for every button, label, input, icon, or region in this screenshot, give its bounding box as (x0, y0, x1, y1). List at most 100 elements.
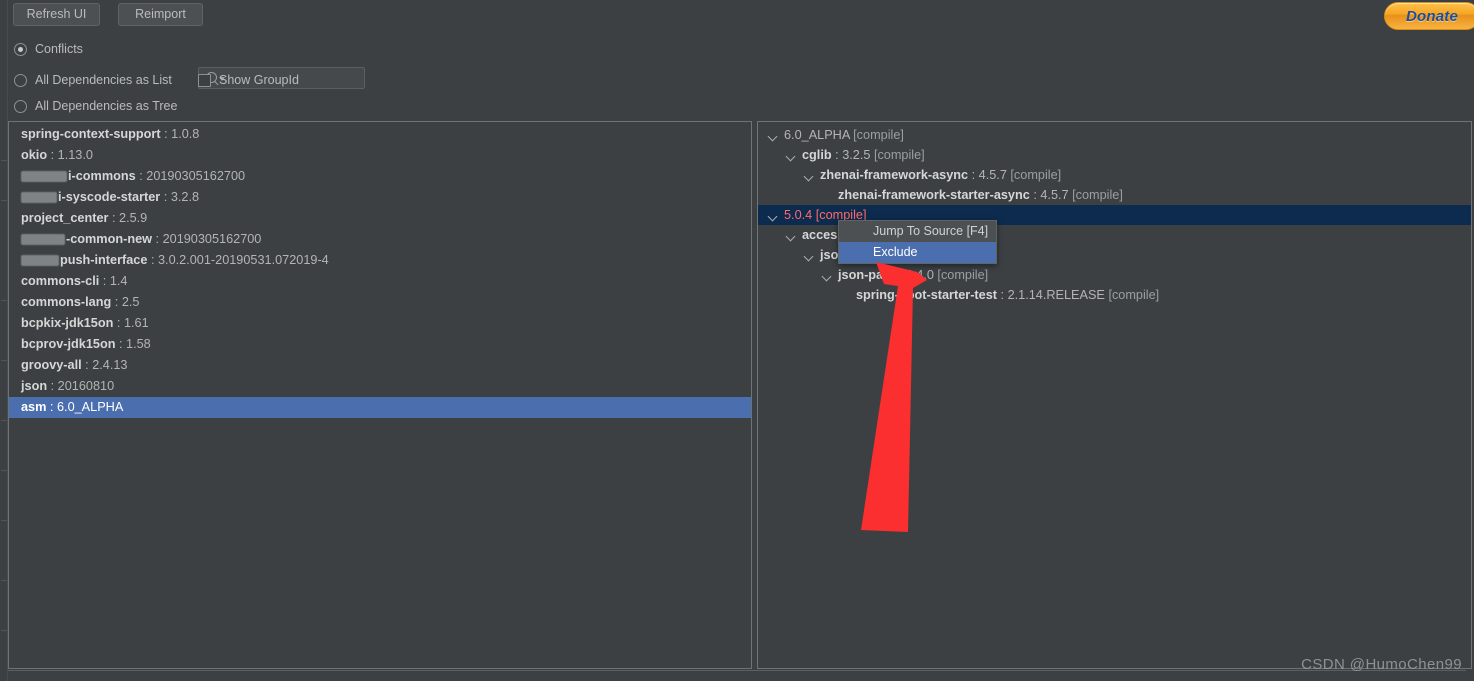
chevron-down-icon[interactable] (802, 245, 816, 265)
dependency-version: 3.2.8 (170, 190, 200, 204)
name-version-separator: : (115, 337, 127, 351)
chevron-down-icon[interactable] (766, 125, 780, 145)
chevron-down-icon[interactable] (784, 145, 798, 165)
name-version-separator: : (831, 148, 843, 162)
chevron-down-icon[interactable] (784, 225, 798, 245)
context-menu-item[interactable]: Jump To Source [F4] (839, 221, 996, 242)
maven-dependency-analyzer-window: Refresh UI Reimport Donate Conflicts All… (0, 0, 1474, 681)
name-version-separator: : (99, 274, 110, 288)
bottom-divider (8, 670, 1466, 671)
dependency-version: 4.5.7 (978, 168, 1007, 182)
refresh-ui-button[interactable]: Refresh UI (13, 3, 100, 26)
list-item[interactable]: bcprov-jdk15on : 1.58 (9, 334, 751, 355)
tree-node-label: zhenai-framework-async : 4.5.7 [compile] (820, 165, 1061, 185)
watermark-label: CSDN @HumoChen99 (1301, 656, 1462, 673)
dependency-version: 20190305162700 (162, 232, 262, 246)
dependency-scope-label: [compile] (1010, 168, 1062, 182)
redacted-text-block (21, 192, 57, 204)
dependency-version: 1.13.0 (57, 148, 93, 162)
name-version-separator: : (895, 268, 906, 282)
dependency-version: 3.2.5 (842, 148, 871, 162)
name-version-separator: : (46, 400, 57, 414)
checkbox-show-groupid-label: Show GroupId (219, 73, 299, 87)
dependency-version: 2.4.0 (905, 268, 934, 282)
list-item[interactable]: groovy-all : 2.4.13 (9, 355, 751, 376)
tool-window-edge-strip (0, 0, 8, 681)
list-item[interactable]: i-commons : 20190305162700 (9, 166, 751, 187)
list-item[interactable]: json : 20160810 (9, 376, 751, 397)
dependency-artifact-name: i-commons (68, 169, 136, 183)
dependency-version: 6.0_ALPHA (784, 128, 850, 142)
name-version-separator: : (160, 190, 171, 204)
list-item[interactable]: spring-context-support : 1.0.8 (9, 124, 751, 145)
dependency-artifact-name: cglib (802, 148, 832, 162)
dependency-scope-label: [compile] (853, 128, 904, 142)
tree-node[interactable]: spring-boot-starter-test : 2.1.14.RELEAS… (758, 285, 1471, 305)
radio-conflicts-indicator (14, 42, 27, 56)
tree-node-label: spring-boot-starter-test : 2.1.14.RELEAS… (856, 285, 1159, 305)
toolbar: Refresh UI Reimport (8, 0, 1474, 28)
redacted-text-block (21, 171, 67, 183)
list-item[interactable]: commons-cli : 1.4 (9, 271, 751, 292)
chevron-down-icon[interactable] (802, 165, 816, 185)
dependency-version: 3.0.2.001-20190531.072019-4 (158, 253, 329, 267)
name-version-separator: : (47, 148, 58, 162)
context-menu-item[interactable]: Exclude (839, 242, 996, 263)
radio-all-dependencies-as-list[interactable]: All Dependencies as List (14, 70, 172, 90)
context-menu[interactable]: Jump To Source [F4] Exclude (838, 220, 997, 264)
tree-node[interactable]: 6.0_ALPHA [compile] (758, 125, 1471, 145)
name-version-separator: : (47, 379, 58, 393)
dependency-artifact-name: project_center (21, 211, 109, 225)
list-item[interactable]: asm : 6.0_ALPHA (9, 397, 751, 418)
tree-node-label: cglib : 3.2.5 [compile] (802, 145, 925, 165)
radio-conflicts-label: Conflicts (35, 42, 83, 56)
chevron-down-icon[interactable] (766, 205, 780, 225)
dependency-artifact-name: asm (21, 400, 47, 414)
list-item[interactable]: commons-lang : 2.5 (9, 292, 751, 313)
list-item[interactable]: okio : 1.13.0 (9, 145, 751, 166)
name-version-separator: : (147, 253, 158, 267)
radio-conflicts[interactable]: Conflicts (14, 39, 83, 59)
tree-node[interactable]: json-path : 2.4.0 [compile] (758, 265, 1471, 285)
dependency-artifact-name: bcpkix-jdk15on (21, 316, 114, 330)
name-version-separator: : (996, 288, 1008, 302)
dependency-artifact-name: push-interface (60, 253, 148, 267)
radio-tree-indicator (14, 99, 27, 113)
tree-node[interactable]: zhenai-framework-starter-async : 4.5.7 [… (758, 185, 1471, 205)
dependency-scope-label: [compile] (1108, 288, 1160, 302)
name-version-separator: : (1029, 188, 1041, 202)
list-item[interactable]: -common-new : 20190305162700 (9, 229, 751, 250)
reimport-button[interactable]: Reimport (118, 3, 203, 26)
list-item[interactable]: i-syscode-starter : 3.2.8 (9, 187, 751, 208)
dependency-version: 2.5 (121, 295, 140, 309)
chevron-down-icon[interactable] (820, 265, 834, 285)
tree-node[interactable]: cglib : 3.2.5 [compile] (758, 145, 1471, 165)
tree-node-label: json-path : 2.4.0 [compile] (838, 265, 988, 285)
donate-button[interactable]: Donate (1384, 2, 1474, 30)
dependency-list-panel[interactable]: spring-context-support : 1.0.8 okio : 1.1… (8, 121, 752, 669)
list-item[interactable]: project_center : 2.5.9 (9, 208, 751, 229)
dependency-version: 1.58 (126, 337, 151, 351)
list-item[interactable]: bcpkix-jdk15on : 1.61 (9, 313, 751, 334)
dependency-tree-panel[interactable]: 6.0_ALPHA [compile] cglib : 3.2.5 [compil… (757, 121, 1472, 669)
radio-list-indicator (14, 73, 27, 87)
tree-node[interactable]: zhenai-framework-async : 4.5.7 [compile] (758, 165, 1471, 185)
radio-all-dependencies-as-tree[interactable]: All Dependencies as Tree (14, 96, 177, 116)
tree-node-label: 6.0_ALPHA [compile] (784, 125, 904, 145)
tree-node-label: jso (820, 245, 838, 265)
name-version-separator: : (108, 211, 120, 225)
checkbox-show-groupid[interactable]: Show GroupId (198, 70, 299, 90)
checkbox-show-groupid-box (198, 73, 211, 87)
list-item[interactable]: push-interface : 3.0.2.001-20190531.0720… (9, 250, 751, 271)
name-version-separator: : (81, 358, 93, 372)
name-version-separator: : (152, 232, 163, 246)
dependency-version: 5.0.4 (784, 208, 813, 222)
donate-label: Donate (1405, 7, 1459, 25)
dependency-version: 1.4 (109, 274, 128, 288)
name-version-separator: : (111, 295, 122, 309)
dependency-version: 20190305162700 (146, 169, 246, 183)
view-options-panel: Conflicts All Dependencies as List All D… (8, 30, 768, 118)
dependency-version: 2.5.9 (119, 211, 148, 225)
name-version-separator: : (113, 316, 124, 330)
dependency-artifact-name: commons-cli (21, 274, 100, 288)
